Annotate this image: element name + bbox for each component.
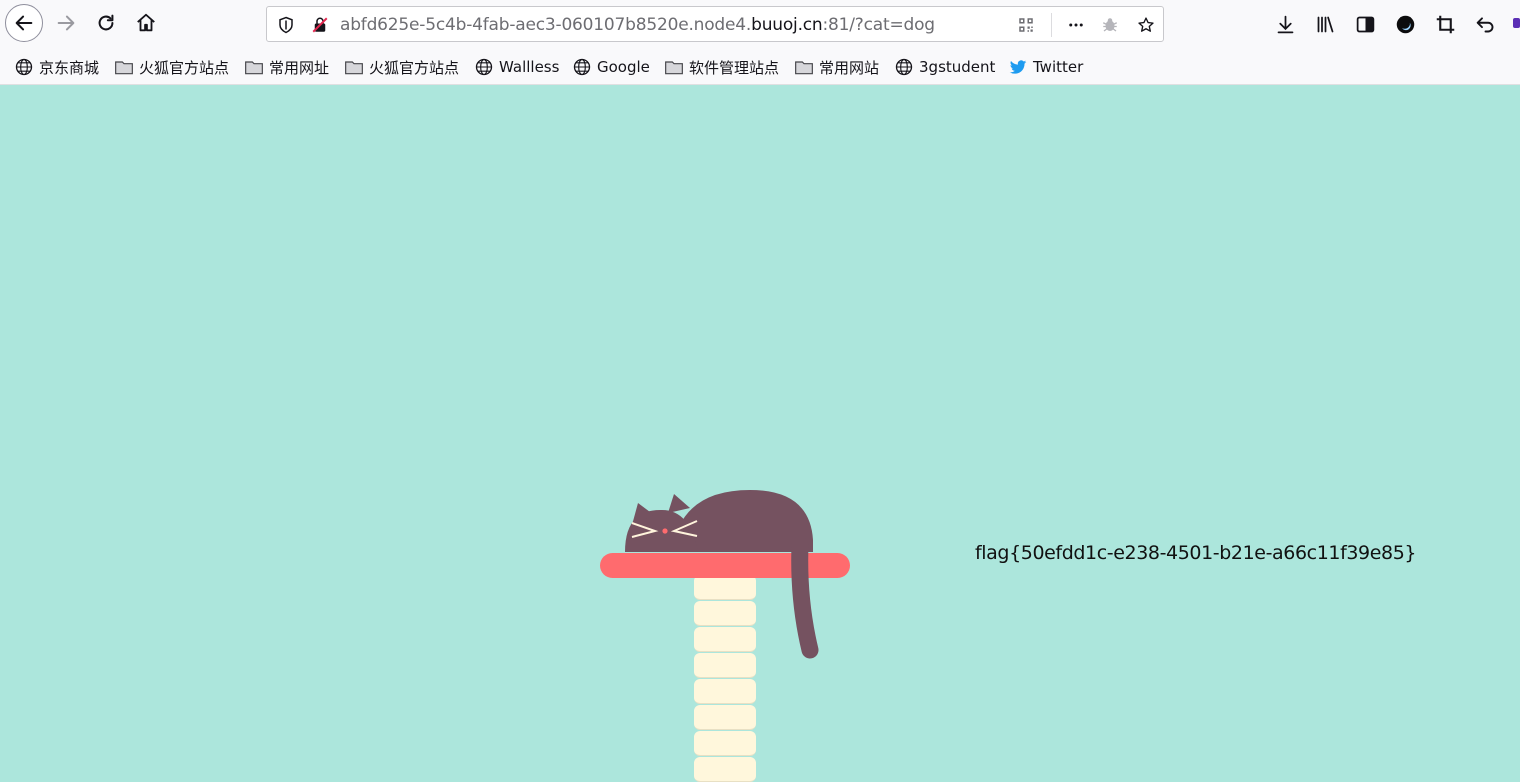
folder-icon	[795, 61, 813, 75]
undo-button[interactable]	[1473, 12, 1497, 36]
bookmark-label: 火狐官方站点	[369, 58, 460, 77]
insecure-lock-icon[interactable]	[310, 15, 330, 35]
sidebar-button[interactable]	[1353, 12, 1377, 36]
bookmark-item[interactable]: Twitter	[1008, 56, 1083, 78]
bookmark-item[interactable]: Wallless	[474, 56, 559, 78]
bookmark-folder[interactable]: 火狐官方站点	[344, 56, 459, 78]
moon-extension-icon	[1396, 15, 1414, 33]
bookmark-folder[interactable]: 常用网址	[244, 56, 329, 78]
reload-icon	[98, 14, 114, 31]
bookmark-label: 3gstudent	[919, 58, 996, 76]
flag-text: flag{50efdd1c-e238-4501-b21e-a66c11f39e8…	[975, 542, 1417, 564]
bookmark-label: 软件管理站点	[689, 58, 780, 77]
sleeping-cat-illustration	[625, 490, 819, 659]
browser-toolbar: abfd625e-5c4b-4fab-aec3-060107b8520e.nod…	[0, 0, 1520, 48]
folder-icon	[345, 61, 363, 75]
bookmark-label: Wallless	[499, 58, 560, 76]
bookmark-star-icon[interactable]	[1136, 15, 1156, 35]
bookmark-folder[interactable]: 常用网站	[794, 56, 879, 78]
globe-icon	[475, 58, 493, 76]
downloads-button[interactable]	[1273, 12, 1297, 36]
overflow-extension-icon[interactable]	[1513, 18, 1520, 28]
more-actions-icon[interactable]	[1066, 15, 1086, 35]
bookmark-item[interactable]: 京东商城	[14, 56, 99, 78]
page-viewport: flag{50efdd1c-e238-4501-b21e-a66c11f39e8…	[0, 85, 1520, 782]
reload-button[interactable]	[87, 4, 125, 42]
bookmark-label: Google	[597, 58, 650, 76]
library-button[interactable]	[1313, 12, 1337, 36]
folder-icon	[665, 61, 683, 75]
bug-icon[interactable]	[1100, 15, 1120, 35]
extension-button[interactable]	[1393, 12, 1417, 36]
arrow-right-icon	[57, 15, 75, 31]
folder-icon	[245, 61, 263, 75]
shield-icon[interactable]	[276, 15, 296, 35]
undo-arrow-icon	[1476, 16, 1493, 32]
home-button[interactable]	[127, 4, 165, 42]
folder-icon	[115, 61, 133, 75]
address-bar[interactable]: abfd625e-5c4b-4fab-aec3-060107b8520e.nod…	[266, 6, 1164, 42]
library-icon	[1317, 16, 1333, 32]
bookmark-folder[interactable]: 软件管理站点	[664, 56, 779, 78]
bookmark-label: 常用网址	[269, 58, 330, 77]
globe-icon	[895, 58, 913, 76]
arrow-left-icon	[15, 15, 33, 31]
bookmark-folder[interactable]: 火狐官方站点	[114, 56, 229, 78]
bookmark-label: 火狐官方站点	[139, 58, 230, 77]
url-suffix: :81/?cat=dog	[822, 15, 936, 35]
globe-icon	[573, 58, 591, 76]
twitter-icon	[1009, 60, 1027, 74]
home-icon	[137, 13, 155, 32]
url-separator	[1051, 13, 1052, 37]
url-domain: buuoj.cn	[751, 15, 823, 35]
globe-icon	[15, 58, 33, 76]
download-icon	[1277, 15, 1293, 33]
bookmark-item[interactable]: 3gstudent	[894, 56, 995, 78]
qr-code-icon[interactable]	[1016, 15, 1036, 35]
crop-icon	[1436, 15, 1454, 33]
sidebar-icon	[1356, 16, 1374, 32]
url-text[interactable]: abfd625e-5c4b-4fab-aec3-060107b8520e.nod…	[340, 13, 935, 37]
bookmark-label: Twitter	[1033, 58, 1084, 76]
bookmark-label: 京东商城	[39, 58, 100, 77]
screenshot-button[interactable]	[1433, 12, 1457, 36]
bookmark-item[interactable]: Google	[572, 56, 650, 78]
url-prefix: abfd625e-5c4b-4fab-aec3-060107b8520e.nod…	[340, 15, 752, 35]
bookmark-label: 常用网站	[819, 58, 880, 77]
back-button[interactable]	[5, 4, 43, 42]
forward-button[interactable]	[47, 4, 85, 42]
bookmarks-toolbar: 京东商城 火狐官方站点 常用网址 火狐官方站点 Wallless Google …	[0, 48, 1520, 85]
